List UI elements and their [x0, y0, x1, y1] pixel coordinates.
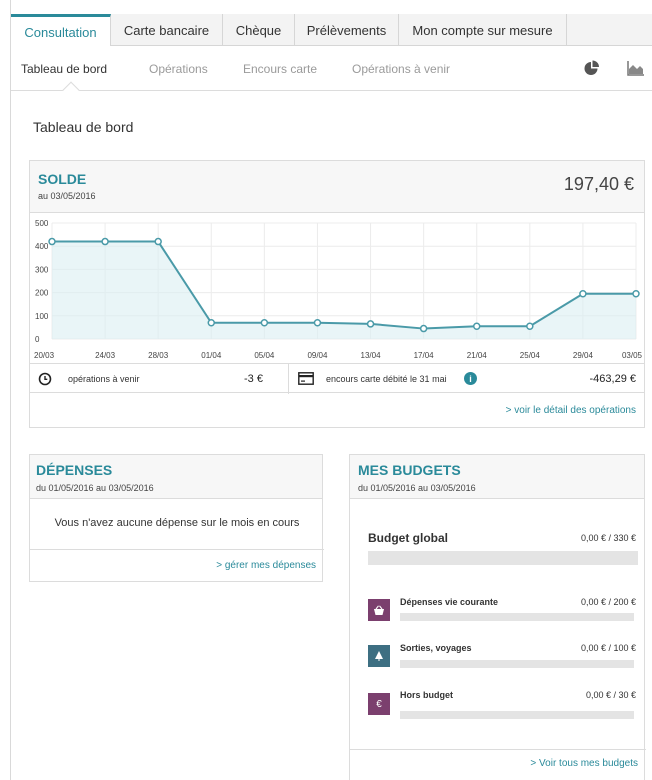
budget-global-bar — [368, 551, 638, 565]
balance-point — [419, 324, 428, 333]
budgets-header: MES BUDGETS du 01/05/2016 au 03/05/2016 — [350, 455, 644, 499]
balance-point — [313, 319, 322, 327]
sailboat-icon — [368, 645, 390, 667]
basket-icon — [368, 599, 390, 621]
depenses-panel: DÉPENSES du 01/05/2016 au 03/05/2016 Vou… — [29, 454, 324, 582]
budget-item-label: Hors budget — [400, 690, 453, 700]
tab-mon-compte[interactable]: Mon compte sur mesure — [399, 14, 567, 46]
balance-point — [632, 290, 640, 298]
tab-prelevements[interactable]: Prélèvements — [295, 14, 399, 46]
x-tick-label: 25/04 — [520, 351, 541, 360]
budget-item-value: 0,00 € / 30 € — [585, 690, 636, 700]
budget-global-label: Budget global — [368, 531, 448, 545]
balance-point — [366, 320, 375, 328]
x-tick-label: 28/03 — [148, 351, 169, 360]
solde-header: SOLDE au 03/05/2016 197,40 € — [30, 161, 644, 213]
subnav-operations[interactable]: Opérations — [149, 46, 208, 91]
info-line: opérations à venir -3 € encours carte dé… — [30, 363, 644, 394]
x-tick-label: 24/03 — [95, 351, 116, 360]
depenses-period: du 01/05/2016 au 03/05/2016 — [36, 483, 154, 493]
depenses-empty-text: Vous n'avez aucune dépense sur le mois e… — [54, 517, 300, 529]
app-frame: Consultation Carte bancaire Chèque Prélè… — [10, 0, 652, 780]
main-tabs: Consultation Carte bancaire Chèque Prélè… — [11, 14, 652, 47]
depenses-header: DÉPENSES du 01/05/2016 au 03/05/2016 — [30, 455, 322, 499]
budget-item-label: Sorties, voyages — [400, 643, 472, 653]
budget-item-value: 0,00 € / 200 € — [580, 597, 636, 607]
budgets-title: MES BUDGETS — [358, 462, 461, 478]
x-tick-label: 21/04 — [467, 351, 488, 360]
balance-area — [52, 241, 636, 339]
subnav-tableau-de-bord[interactable]: Tableau de bord — [21, 46, 107, 91]
x-tick-label: 03/05 — [622, 351, 643, 360]
budgets-footer: > Voir tous mes budgets — [350, 749, 646, 780]
area-chart-icon[interactable] — [627, 60, 645, 76]
x-tick-label: 05/04 — [254, 351, 275, 360]
upcoming-value: -3 € — [244, 373, 263, 385]
y-tick-label: 100 — [35, 312, 49, 321]
subnav-operations-a-venir[interactable]: Opérations à venir — [352, 46, 450, 91]
y-tick-label: 500 — [35, 219, 49, 228]
depenses-footer: > gérer mes dépenses — [30, 549, 324, 582]
tab-carte-bancaire[interactable]: Carte bancaire — [111, 14, 223, 46]
balance-point — [207, 319, 216, 327]
budgets-period: du 01/05/2016 au 03/05/2016 — [358, 483, 476, 493]
solde-date: au 03/05/2016 — [38, 191, 96, 201]
balance-point — [101, 237, 109, 246]
subnav-encours-carte[interactable]: Encours carte — [243, 46, 317, 91]
x-tick-label: 17/04 — [414, 351, 435, 360]
x-tick-label: 01/04 — [201, 351, 222, 360]
pie-chart-icon[interactable] — [583, 60, 601, 76]
balance-chart: 0 100 200 300 400 500 20/03 24/03 28/03 01/04 05/0… — [30, 213, 644, 363]
y-tick-label: 200 — [35, 289, 49, 298]
balance-point — [260, 319, 269, 327]
balance-point — [579, 290, 587, 298]
sub-navigation: Tableau de bord Opérations Encours carte… — [11, 46, 652, 91]
y-tick-label: 400 — [35, 242, 49, 251]
balance-chart-svg: 0 100 200 300 400 500 20/03 24/03 28/03 01/04 05/0… — [34, 219, 643, 360]
info-separator — [288, 364, 289, 394]
solde-amount: 197,40 € — [563, 174, 634, 194]
balance-point — [472, 322, 481, 330]
page-title: Tableau de bord — [33, 119, 134, 135]
budget-item-bar — [400, 660, 634, 668]
budget-item-label: Dépenses vie courante — [400, 597, 499, 607]
y-tick-label: 300 — [35, 265, 49, 274]
balance-point — [526, 322, 534, 330]
x-tick-label: 29/04 — [573, 351, 594, 360]
balance-point — [154, 237, 162, 246]
balance-point — [48, 237, 56, 246]
budget-item-bar — [400, 711, 634, 719]
solde-title: SOLDE — [38, 171, 87, 187]
x-tick-label: 20/03 — [34, 351, 55, 360]
card-label: encours carte débité le 31 mai — [326, 374, 447, 384]
detail-operations-link[interactable]: > voir le détail des opérations — [506, 405, 636, 416]
budget-item-value: 0,00 € / 100 € — [580, 643, 636, 653]
tab-cheque[interactable]: Chèque — [223, 14, 295, 46]
credit-card-icon — [298, 372, 314, 385]
depenses-title: DÉPENSES — [36, 462, 113, 478]
budget-global-value: 0,00 € / 330 € — [580, 533, 636, 543]
upcoming-label: opérations à venir — [68, 374, 140, 384]
info-icon[interactable]: i — [464, 372, 477, 385]
tab-consultation[interactable]: Consultation — [11, 14, 111, 47]
x-tick-label: 13/04 — [361, 351, 382, 360]
x-tick-label: 09/04 — [307, 351, 328, 360]
euro-icon: € — [368, 693, 390, 715]
budgets-panel: MES BUDGETS du 01/05/2016 au 03/05/2016 … — [349, 454, 646, 780]
manage-depenses-link[interactable]: > gérer mes dépenses — [216, 560, 316, 571]
clock-icon — [38, 372, 52, 386]
solde-panel: SOLDE au 03/05/2016 197,40 € 0 100 200 300 4… — [29, 160, 645, 428]
budget-item-bar — [400, 613, 634, 621]
card-value: -463,29 € — [589, 373, 636, 385]
y-tick-label: 0 — [35, 335, 40, 344]
all-budgets-link[interactable]: > Voir tous mes budgets — [530, 758, 638, 769]
